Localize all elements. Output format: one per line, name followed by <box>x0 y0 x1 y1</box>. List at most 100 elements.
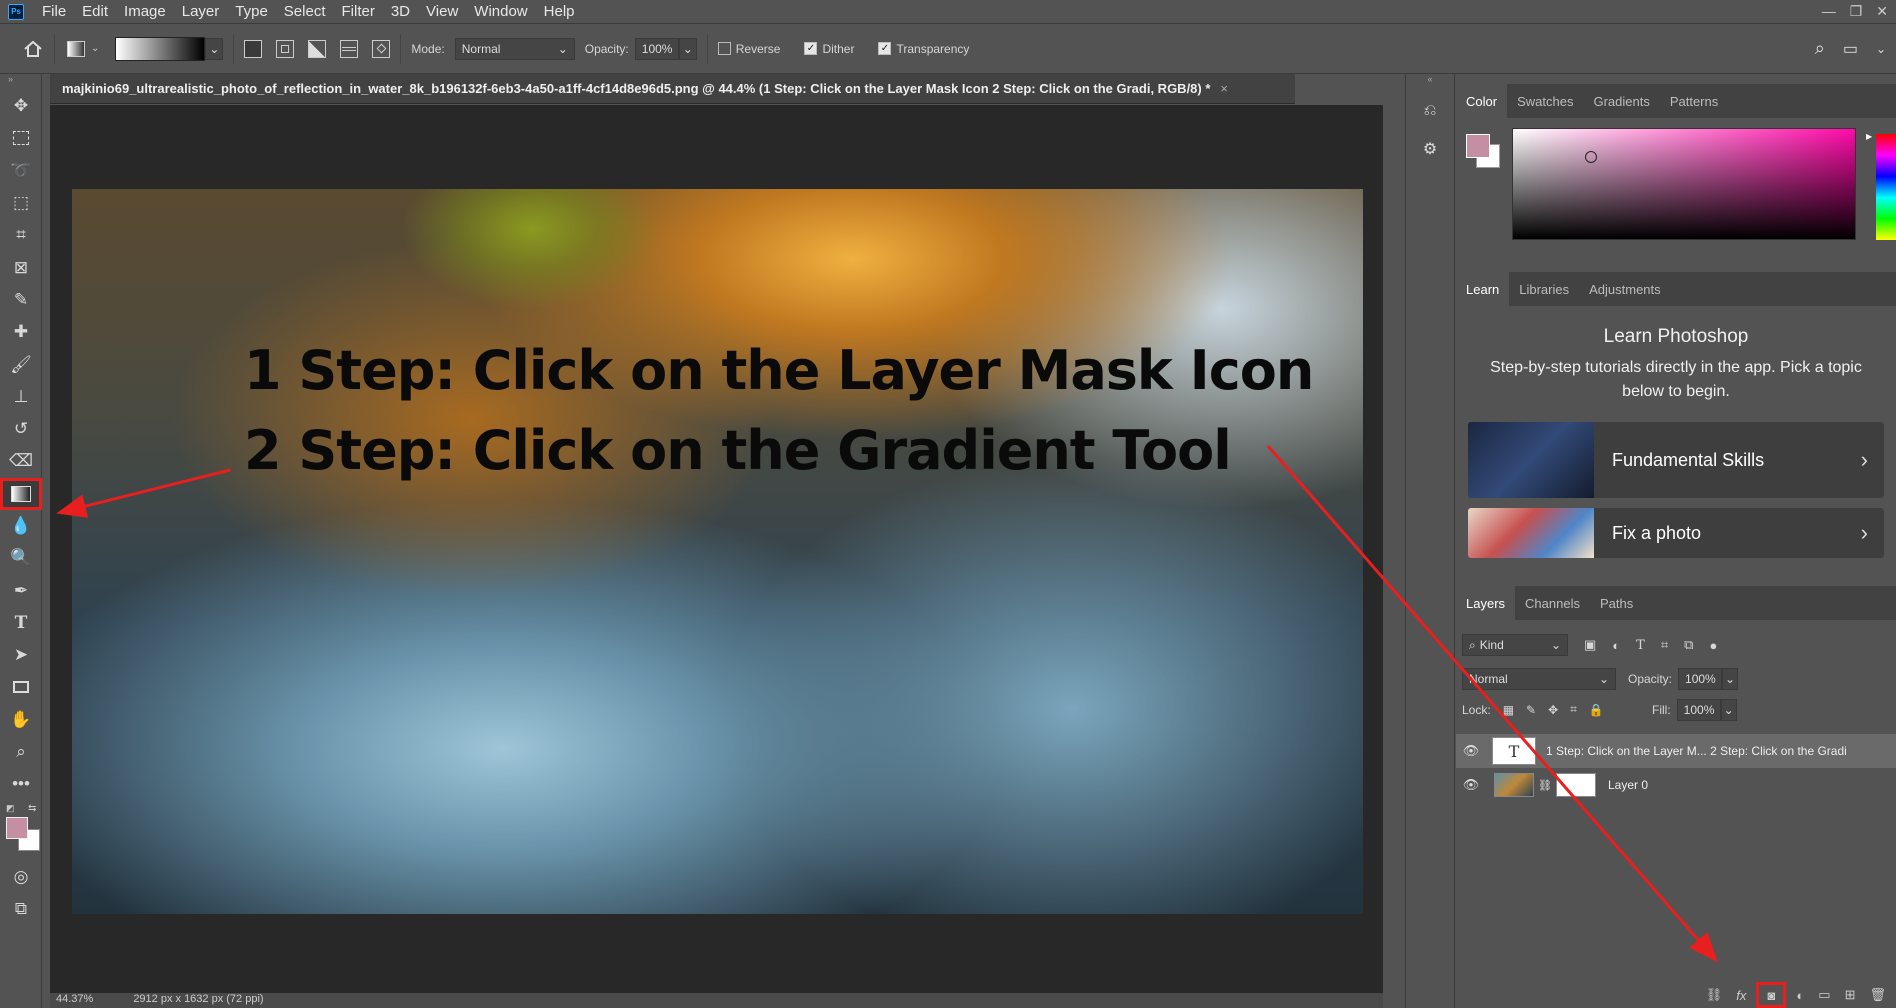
learn-card-fix-a-photo[interactable]: Fix a photo › <box>1468 508 1884 558</box>
color-picker-cursor[interactable] <box>1585 151 1597 163</box>
eyedropper-tool-icon[interactable]: ✎ <box>0 284 42 316</box>
filter-toggle-icon[interactable]: ● <box>1709 638 1717 653</box>
restore-icon[interactable]: ❐ <box>1850 3 1863 20</box>
tab-adjustments[interactable]: Adjustments <box>1579 272 1671 306</box>
layer-opacity-input[interactable]: 100% <box>1678 668 1723 690</box>
reverse-checkbox[interactable] <box>717 42 731 55</box>
layer-name[interactable]: Layer 0 <box>1608 778 1648 792</box>
rectangle-tool-icon[interactable] <box>0 671 42 703</box>
fx-icon[interactable]: fx <box>1736 988 1746 1003</box>
pen-tool-icon[interactable]: ✒ <box>0 574 42 606</box>
zoom-tool-icon[interactable]: ⌕ <box>0 736 42 768</box>
clone-stamp-tool-icon[interactable]: ⊥ <box>0 381 42 413</box>
gradient-picker[interactable] <box>115 36 206 61</box>
collapse-icon[interactable]: « <box>1406 74 1454 84</box>
reflected-gradient-icon[interactable] <box>340 39 359 58</box>
crop-tool-icon[interactable]: ⌗ <box>0 219 42 251</box>
link-layers-icon[interactable]: ⛓ <box>1706 987 1723 1003</box>
diamond-gradient-icon[interactable] <box>372 39 391 58</box>
default-colors-icon[interactable]: ◩ <box>6 803 15 814</box>
dither-checkbox[interactable]: ✓ <box>804 42 818 55</box>
tab-swatches[interactable]: Swatches <box>1507 84 1583 118</box>
gradient-tool-icon[interactable] <box>0 477 42 510</box>
menu-view[interactable]: View <box>418 0 466 24</box>
menu-filter[interactable]: Filter <box>334 0 383 24</box>
lock-artboard-icon[interactable]: ⌗ <box>1570 702 1577 717</box>
layer-thumbnail[interactable] <box>1494 773 1534 797</box>
lasso-tool-icon[interactable]: ➰ <box>0 155 42 187</box>
filter-shape-icon[interactable]: ⌗ <box>1661 637 1668 653</box>
quick-mask-icon[interactable]: ◎ <box>0 861 42 893</box>
linear-gradient-icon[interactable] <box>244 39 263 58</box>
healing-brush-tool-icon[interactable]: ✚ <box>0 316 42 348</box>
tab-libraries[interactable]: Libraries <box>1509 272 1579 306</box>
menu-3d[interactable]: 3D <box>383 0 418 24</box>
chevron-down-icon[interactable]: ⌄ <box>1876 42 1886 56</box>
move-tool-icon[interactable]: ✥ <box>0 90 42 122</box>
eye-icon[interactable]: 👁 <box>1456 777 1486 793</box>
chevron-down-icon[interactable]: ⌄ <box>91 43 99 54</box>
lock-transparent-icon[interactable]: ▦ <box>1503 703 1514 717</box>
menu-file[interactable]: File <box>34 0 74 24</box>
tab-learn[interactable]: Learn <box>1456 272 1510 306</box>
tab-gradients[interactable]: Gradients <box>1583 84 1659 118</box>
foreground-color-swatch[interactable] <box>6 816 28 839</box>
minimize-icon[interactable]: — <box>1822 3 1836 20</box>
filter-smart-object-icon[interactable]: ⧉ <box>1684 637 1693 653</box>
layer-name[interactable]: 1 Step: Click on the Layer M... 2 Step: … <box>1546 744 1847 758</box>
blur-tool-icon[interactable]: 💧 <box>0 510 42 542</box>
object-selection-tool-icon[interactable]: ⬚ <box>0 187 42 219</box>
new-layer-icon[interactable]: ⊞ <box>1845 987 1856 1003</box>
marquee-tool-icon[interactable] <box>0 122 42 154</box>
search-icon[interactable]: ⌕ <box>1815 38 1825 59</box>
dodge-tool-icon[interactable]: 🔍 <box>0 542 42 574</box>
eye-icon[interactable]: 👁 <box>1456 743 1486 759</box>
angle-gradient-icon[interactable] <box>308 39 327 58</box>
transparency-checkbox[interactable]: ✓ <box>878 42 892 55</box>
opacity-dropdown-button[interactable]: ⌄ <box>678 37 697 60</box>
tab-patterns[interactable]: Patterns <box>1660 84 1728 118</box>
layer-filter-select[interactable]: ⌕ Kind ⌄ <box>1462 634 1568 656</box>
gradient-dropdown-button[interactable]: ⌄ <box>205 37 224 60</box>
type-tool-icon[interactable]: T <box>0 607 42 639</box>
menu-select[interactable]: Select <box>276 0 334 24</box>
home-icon[interactable] <box>22 38 44 60</box>
screen-mode-icon[interactable]: ⧉ <box>0 893 42 925</box>
panel-foreground-swatch[interactable] <box>1466 134 1490 158</box>
layer-opacity-dropdown[interactable]: ⌄ <box>1722 668 1739 690</box>
menu-help[interactable]: Help <box>536 0 583 24</box>
learn-card-fundamental-skills[interactable]: Fundamental Skills › <box>1468 422 1884 498</box>
lock-all-icon[interactable]: 🔒 <box>1589 703 1604 717</box>
document-tab[interactable]: majkinio69_ultrarealistic_photo_of_refle… <box>50 74 1295 104</box>
brush-tool-icon[interactable]: 🖌 <box>0 348 42 380</box>
link-icon[interactable]: ⛓ <box>1538 779 1552 792</box>
tab-color[interactable]: Color <box>1456 84 1508 118</box>
menu-edit[interactable]: Edit <box>74 0 116 24</box>
filter-pixel-icon[interactable]: ▣ <box>1584 637 1596 653</box>
menu-window[interactable]: Window <box>466 0 535 24</box>
close-window-icon[interactable]: ✕ <box>1876 3 1888 20</box>
opacity-input[interactable]: 100% <box>634 37 679 60</box>
hue-slider[interactable] <box>1876 134 1896 240</box>
more-tools-icon[interactable]: ••• <box>0 768 42 800</box>
menu-type[interactable]: Type <box>227 0 276 24</box>
swap-colors-icon[interactable]: ⇆ <box>28 803 36 814</box>
collapse-icon[interactable]: » <box>0 74 41 90</box>
zoom-level[interactable]: 44.37% <box>56 993 93 1008</box>
frame-tool-icon[interactable]: ⊠ <box>0 251 42 283</box>
layer-row-text[interactable]: 👁 T 1 Step: Click on the Layer M... 2 St… <box>1456 734 1896 768</box>
hue-slider-handle[interactable]: ▶ <box>1866 132 1872 141</box>
blend-mode-select[interactable]: Normal ⌄ <box>1462 668 1616 690</box>
mode-select[interactable]: Normal ⌄ <box>454 37 575 60</box>
gradient-preset-icon[interactable] <box>65 38 87 60</box>
layer-row-layer-0[interactable]: 👁 ⛓ Layer 0 <box>1456 768 1896 802</box>
layer-mask-thumbnail[interactable] <box>1555 773 1596 797</box>
fill-input[interactable]: 100% <box>1676 699 1721 721</box>
close-icon[interactable]: × <box>1220 81 1228 96</box>
properties-panel-icon[interactable]: ⚙ <box>1415 134 1445 164</box>
lock-image-icon[interactable]: ✎ <box>1526 703 1536 717</box>
tab-layers[interactable]: Layers <box>1456 586 1516 620</box>
history-brush-tool-icon[interactable]: ↺ <box>0 413 42 445</box>
document-canvas[interactable]: 1 Step: Click on the Layer Mask Icon 2 S… <box>72 189 1363 914</box>
menu-image[interactable]: Image <box>116 0 174 24</box>
